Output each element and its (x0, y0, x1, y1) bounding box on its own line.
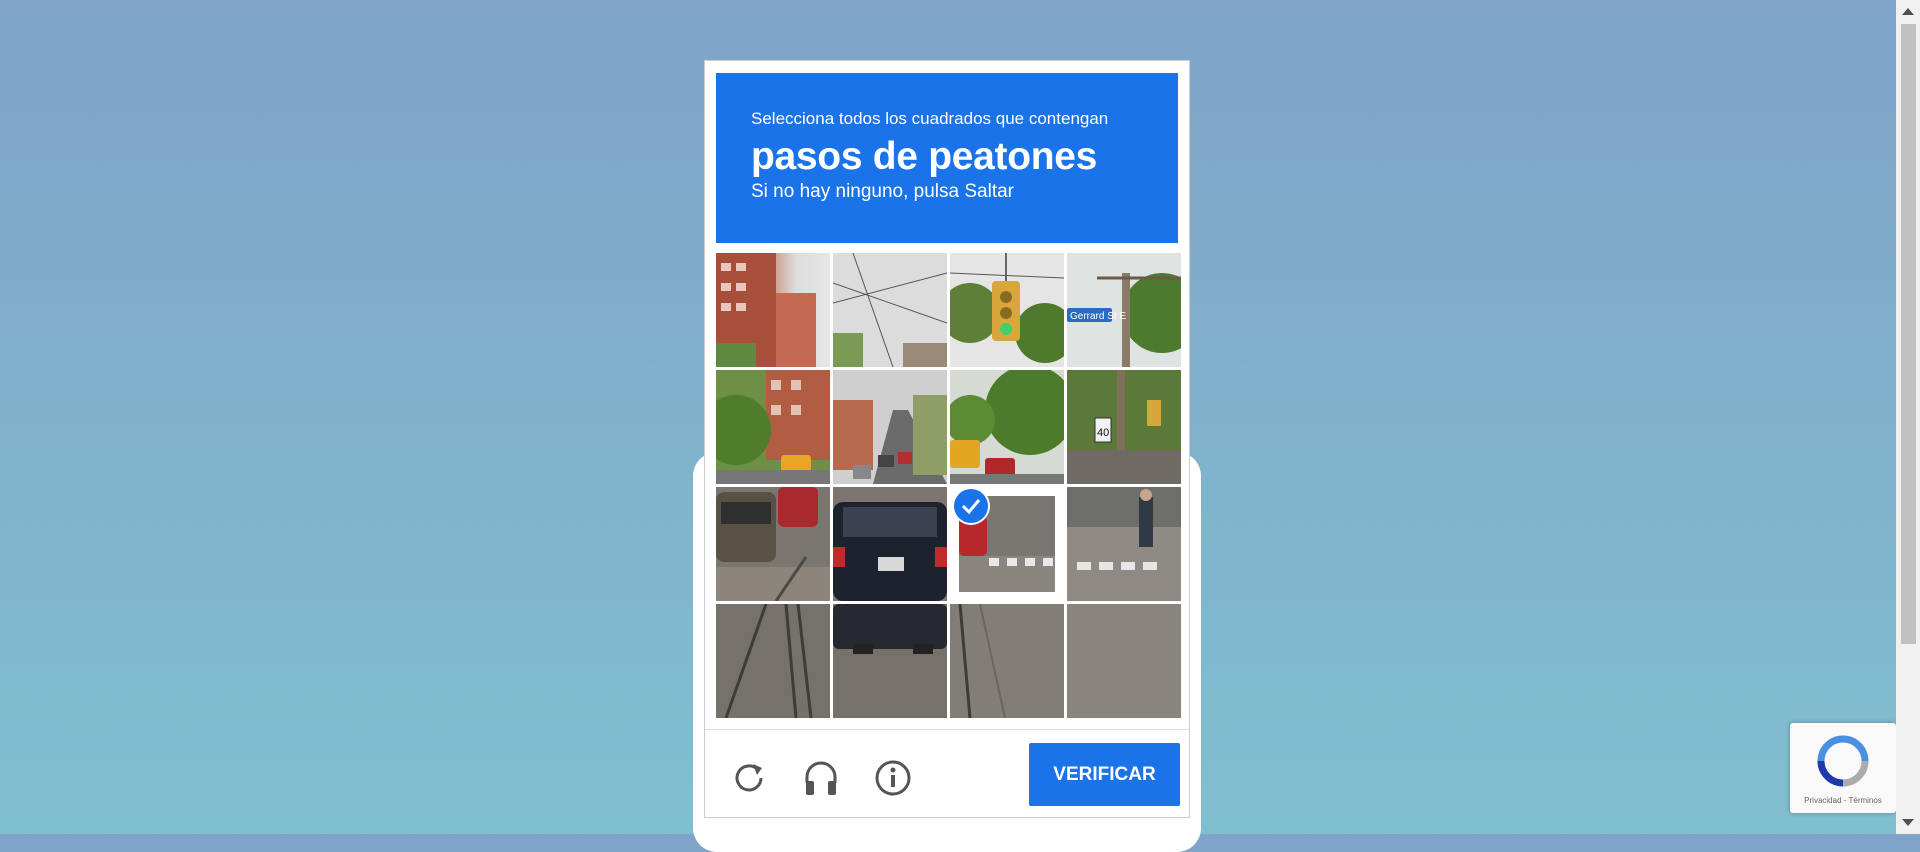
recaptcha-logo-icon (1817, 735, 1869, 787)
checkmark-icon (954, 489, 988, 523)
tile-image (833, 253, 947, 367)
grid-tile[interactable] (1067, 487, 1181, 601)
tile-image (950, 370, 1064, 484)
tile-image (958, 604, 1006, 718)
grid-tile[interactable]: 40 (1067, 370, 1181, 484)
grid-tile[interactable] (716, 487, 830, 601)
tile-image (833, 604, 947, 654)
skip-hint-text: Si no hay ninguno, pulsa Saltar (751, 181, 1015, 202)
scroll-down-icon[interactable] (1902, 819, 1914, 826)
scroll-thumb[interactable] (1901, 24, 1916, 644)
target-object-text: pasos de peatones (751, 135, 1098, 178)
vertical-scrollbar[interactable] (1896, 0, 1920, 834)
grid-tile[interactable] (950, 604, 1064, 718)
tile-image (833, 395, 947, 484)
grid-tile[interactable] (950, 370, 1064, 484)
grid-tile[interactable] (716, 253, 830, 367)
tile-image (716, 487, 830, 601)
grid-tile[interactable] (833, 370, 947, 484)
street-sign-text: Gerrard St E (1070, 311, 1126, 322)
grid-tile[interactable] (716, 604, 830, 718)
tile-image (716, 253, 816, 367)
badge-privacy-terms[interactable]: Privacidad - Términos (1790, 796, 1896, 805)
challenge-footer: VERIFICAR (705, 729, 1189, 817)
recaptcha-badge[interactable]: Privacidad - Términos (1790, 723, 1896, 813)
tile-image (716, 370, 830, 484)
tile-image (1067, 487, 1181, 570)
grid-tile[interactable] (1067, 604, 1181, 718)
instruction-banner: Selecciona todos los cuadrados que conte… (716, 73, 1178, 243)
grid-tile[interactable]: Gerrard St E (1067, 253, 1181, 367)
info-icon[interactable] (873, 758, 913, 798)
tile-image (833, 502, 947, 601)
grid-tile[interactable] (833, 604, 947, 718)
grid-tile[interactable] (833, 253, 947, 367)
verify-button[interactable]: VERIFICAR (1029, 743, 1180, 806)
headphones-icon[interactable] (801, 758, 841, 798)
grid-tile[interactable] (716, 370, 830, 484)
tile-image: 40 (1067, 370, 1181, 484)
speed-limit-text: 40 (1097, 427, 1109, 439)
tile-image (950, 253, 1064, 363)
grid-tile[interactable] (833, 487, 947, 601)
instruction-text: Selecciona todos los cuadrados que conte… (751, 109, 1109, 128)
captcha-challenge: Selecciona todos los cuadrados que conte… (704, 60, 1190, 818)
grid-tile-selected[interactable] (950, 487, 1064, 601)
tile-image (724, 604, 813, 718)
reload-icon[interactable] (729, 758, 769, 798)
tile-image: Gerrard St E (1067, 273, 1181, 367)
scroll-up-icon[interactable] (1902, 8, 1914, 15)
image-grid: Gerrard St E 40 (716, 253, 1181, 718)
grid-tile[interactable] (950, 253, 1064, 367)
